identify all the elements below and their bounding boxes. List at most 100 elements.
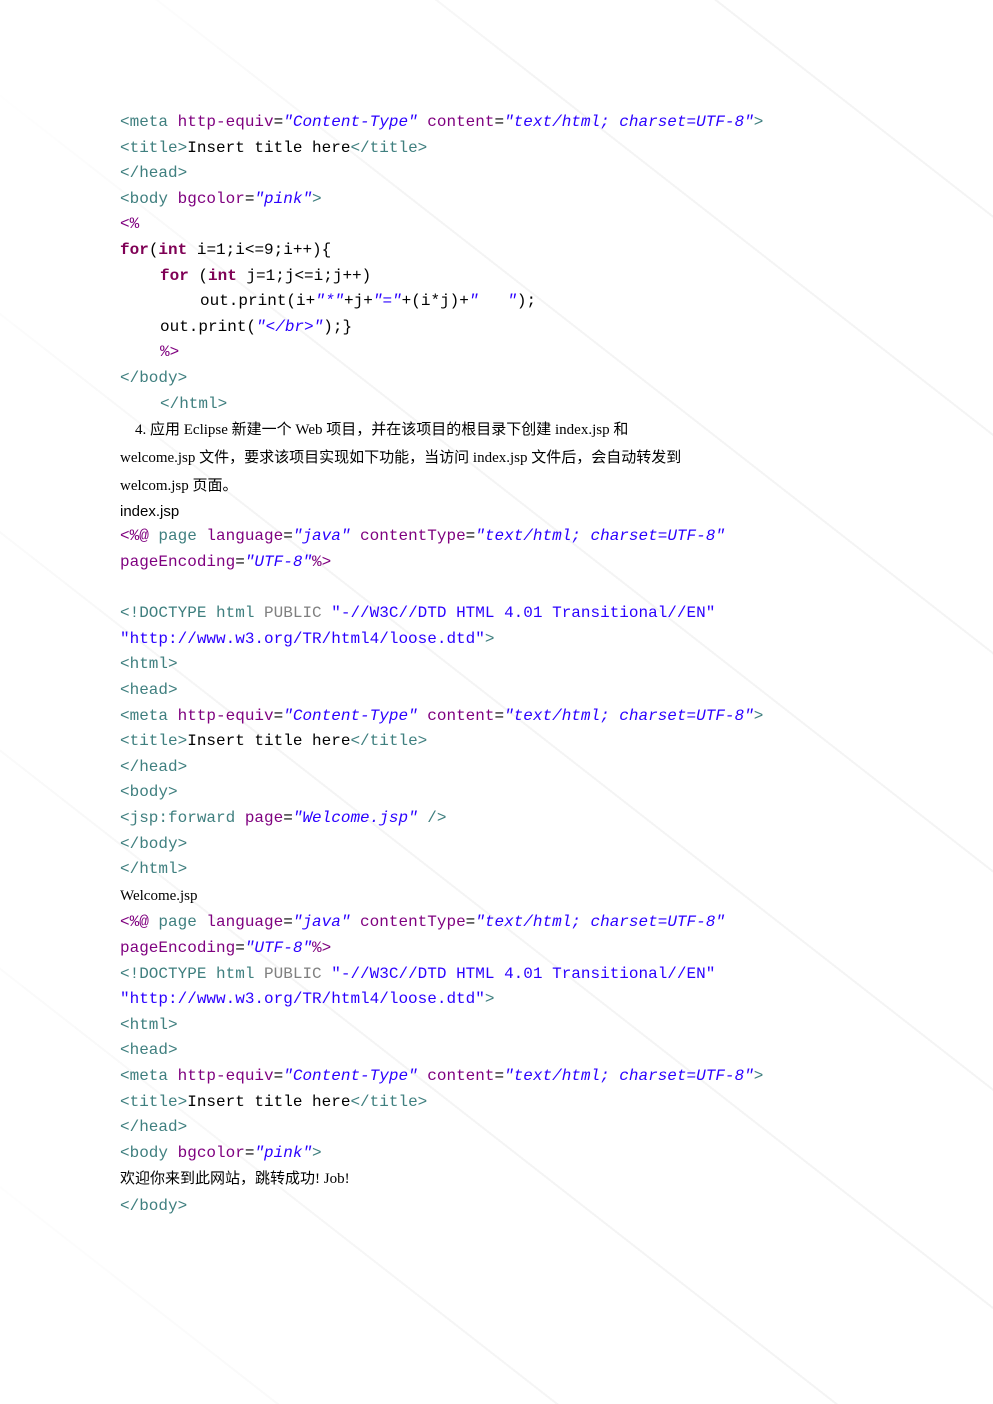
tag: <title>	[120, 1093, 187, 1111]
code-line: pageEncoding="UTF-8"%>	[120, 936, 873, 962]
code-line: <!DOCTYPE html PUBLIC "-//W3C//DTD HTML …	[120, 962, 873, 988]
eq: =	[235, 553, 245, 571]
code-line: out.print(i+"*"+j+"="+(i*j)+" ");	[120, 289, 873, 315]
eq: =	[466, 913, 476, 931]
code-line: <%	[120, 212, 873, 238]
eq: =	[283, 809, 293, 827]
eq: =	[494, 707, 504, 725]
code-line: </body>	[120, 1194, 873, 1220]
tag: >	[312, 190, 322, 208]
keyword: for	[120, 241, 149, 259]
keyword: int	[208, 267, 237, 285]
code-line: "http://www.w3.org/TR/html4/loose.dtd">	[120, 987, 873, 1013]
doctype-public: PUBLIC	[264, 604, 331, 622]
attr: language	[206, 527, 283, 545]
code-line: <body bgcolor="pink">	[120, 1141, 873, 1167]
code-line: <title>Insert title here</title>	[120, 729, 873, 755]
jsp-directive: %>	[312, 553, 331, 571]
jsp-directive: <%@	[120, 527, 158, 545]
code-line: <title>Insert title here</title>	[120, 136, 873, 162]
string: "</br>"	[256, 318, 323, 336]
code-line: <html>	[120, 1013, 873, 1039]
tag: </html>	[160, 395, 227, 413]
eq: =	[245, 190, 255, 208]
tag: </title>	[350, 1093, 427, 1111]
attr: http-equiv	[178, 1067, 274, 1085]
code-line: <!DOCTYPE html PUBLIC "-//W3C//DTD HTML …	[120, 601, 873, 627]
text: +j+	[344, 292, 373, 310]
doctype-public: PUBLIC	[264, 965, 331, 983]
tag: >	[754, 113, 764, 131]
code-line: </body>	[120, 832, 873, 858]
tag: <title>	[120, 732, 187, 750]
question-text-line: welcome.jsp 文件，要求该项目实现如下功能，当访问 index.jsp…	[120, 445, 873, 473]
text: (	[198, 267, 208, 285]
code-line: </body>	[120, 366, 873, 392]
code-line: </head>	[120, 1115, 873, 1141]
string: "Content-Type"	[283, 1067, 417, 1085]
tag: </head>	[120, 1118, 187, 1136]
doctype: html	[216, 965, 264, 983]
text: );}	[323, 318, 352, 336]
tag: </body>	[120, 1197, 187, 1215]
doctype-string: "http://www.w3.org/TR/html4/loose.dtd"	[120, 630, 485, 648]
tag: >	[485, 630, 495, 648]
eq: =	[494, 1067, 504, 1085]
attr: pageEncoding	[120, 553, 235, 571]
code-line: </html>	[120, 392, 873, 418]
tag: <head>	[120, 1041, 178, 1059]
tag: </head>	[120, 758, 187, 776]
code-line: <jsp:forward page="Welcome.jsp" />	[120, 806, 873, 832]
code-line: <meta http-equiv="Content-Type" content=…	[120, 704, 873, 730]
code-line: <%@ page language="java" contentType="te…	[120, 524, 873, 550]
tag: <title>	[120, 139, 187, 157]
attr: bgcolor	[178, 190, 245, 208]
string: "java"	[293, 913, 351, 931]
file-label-index: index.jsp	[120, 500, 873, 524]
tag: <body>	[120, 783, 178, 801]
file-label-welcome: Welcome.jsp	[120, 883, 873, 911]
tag: >	[485, 990, 495, 1008]
eq: =	[274, 1067, 284, 1085]
code-line: "http://www.w3.org/TR/html4/loose.dtd">	[120, 627, 873, 653]
text: i=1;i<=9;i++){	[187, 241, 331, 259]
document-page: <meta http-equiv="Content-Type" content=…	[120, 110, 873, 1220]
text: out.print(	[160, 318, 256, 336]
text: (	[149, 241, 159, 259]
code-line: </html>	[120, 857, 873, 883]
tag: </body>	[120, 835, 187, 853]
string: "text/html; charset=UTF-8"	[475, 913, 725, 931]
tag: <body	[120, 1144, 178, 1162]
eq: =	[466, 527, 476, 545]
tag: <jsp:forward	[120, 809, 245, 827]
attr: http-equiv	[178, 707, 274, 725]
code-line: </head>	[120, 755, 873, 781]
code-line: for (int j=1;j<=i;j++)	[120, 264, 873, 290]
attr: http-equiv	[178, 113, 274, 131]
string: "Welcome.jsp"	[293, 809, 418, 827]
tag: </head>	[120, 164, 187, 182]
attr: contentType	[350, 527, 465, 545]
keyword: for	[160, 267, 198, 285]
scriptlet-close: %>	[160, 343, 179, 361]
question-text-line: welcom.jsp 页面。	[120, 473, 873, 501]
string: "pink"	[254, 1144, 312, 1162]
string: "*"	[315, 292, 344, 310]
attr: page	[245, 809, 283, 827]
tag: <meta	[120, 707, 178, 725]
string: "text/html; charset=UTF-8"	[504, 707, 754, 725]
doctype: <!DOCTYPE	[120, 604, 216, 622]
doctype: html	[216, 604, 264, 622]
tag: page	[158, 527, 206, 545]
attr: contentType	[350, 913, 465, 931]
code-line: <meta http-equiv="Content-Type" content=…	[120, 1064, 873, 1090]
eq: =	[274, 113, 284, 131]
tag: </title>	[350, 139, 427, 157]
string: "UTF-8"	[245, 939, 312, 957]
doctype-string: "-//W3C//DTD HTML 4.01 Transitional//EN"	[331, 965, 715, 983]
code-line: <body bgcolor="pink">	[120, 187, 873, 213]
jsp-directive: <%@	[120, 913, 158, 931]
code-line: for(int i=1;i<=9;i++){	[120, 238, 873, 264]
string: "="	[373, 292, 402, 310]
attr: bgcolor	[178, 1144, 245, 1162]
